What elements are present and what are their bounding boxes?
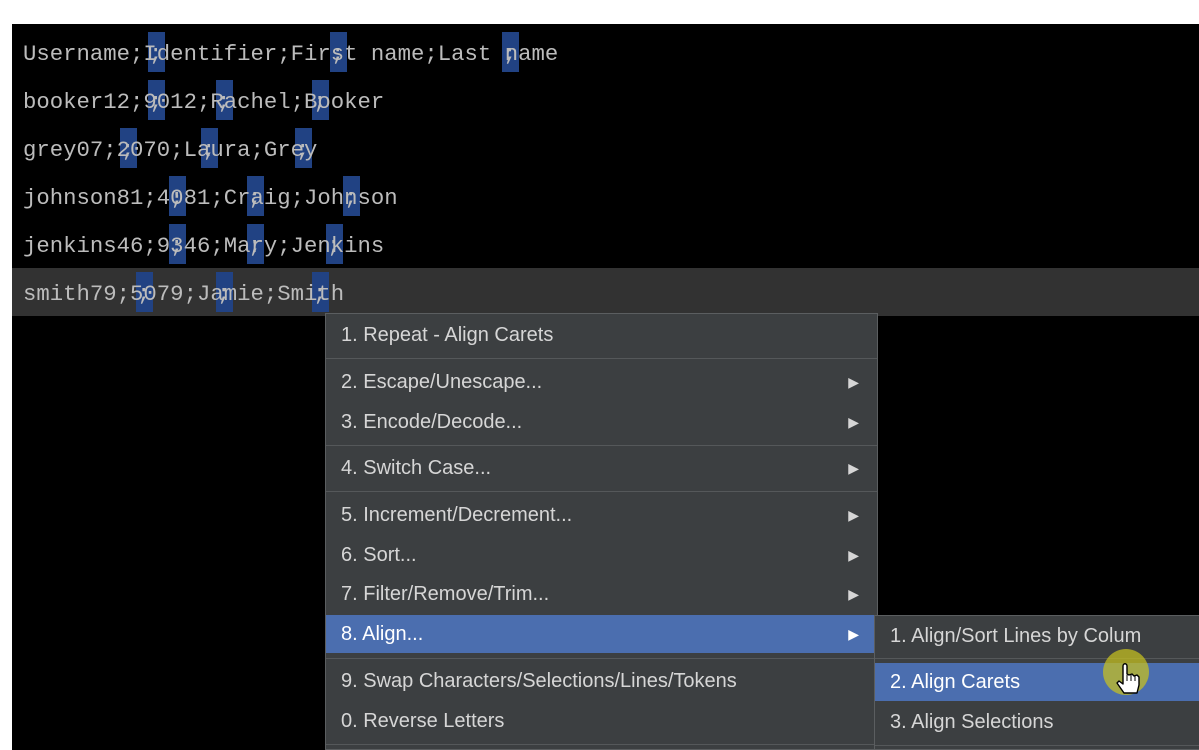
menu-item-switch-case[interactable]: 4. Switch Case... ▶ (326, 449, 877, 487)
line-text: jenkins46;9346;Mary;Jenkins (23, 233, 385, 259)
menu-item-label: 2. Align Carets (890, 671, 1021, 693)
menu-item-label: 0. Reverse Letters (341, 710, 505, 732)
menu-separator (875, 745, 1199, 746)
line-text: johnson81;4081;Craig;Johnson (23, 185, 398, 211)
line-text: Username;Identifier;First name;Last name (23, 41, 559, 67)
submenu-item-align-selections[interactable]: 3. Align Selections (875, 703, 1199, 741)
line-text: grey07;2070;Laura;Grey (23, 137, 318, 163)
menu-item-label: 2. Escape/Unescape... (341, 371, 543, 393)
submenu-arrow-icon: ▶ (848, 414, 859, 430)
menu-item-reverse-letters[interactable]: 0. Reverse Letters (326, 702, 877, 740)
menu-item-label: 4. Switch Case... (341, 457, 492, 479)
hand-pointer-icon (1103, 649, 1149, 695)
editor-line[interactable]: ; ; ; Username;Identifier;First name;Las… (12, 28, 1199, 76)
menu-item-align[interactable]: 8. Align... ▶ (326, 615, 877, 653)
menu-item-sort[interactable]: 6. Sort... ▶ (326, 536, 877, 574)
menu-item-repeat-align-carets[interactable]: 1. Repeat - Align Carets (326, 316, 877, 354)
menu-item-label: 5. Increment/Decrement... (341, 504, 573, 526)
menu-item-label: 3. Align Selections (890, 711, 1054, 733)
menu-item-escape-unescape[interactable]: 2. Escape/Unescape... ▶ (326, 363, 877, 401)
menu-separator (326, 445, 877, 446)
submenu-arrow-icon: ▶ (848, 460, 859, 476)
menu-separator (326, 491, 877, 492)
editor-line[interactable]: ; ; ; jenkins46;9346;Mary;Jenkins (12, 220, 1199, 268)
submenu-arrow-icon: ▶ (848, 626, 859, 642)
submenu-arrow-icon: ▶ (848, 374, 859, 390)
editor-line[interactable]: ; ; ; johnson81;4081;Craig;Johnson (12, 172, 1199, 220)
line-text: smith79;5079;Jamie;Smith (23, 281, 345, 307)
editor-line[interactable]: ; ; ; booker12;9012;Rachel;Booker (12, 76, 1199, 124)
menu-item-swap[interactable]: 9. Swap Characters/Selections/Lines/Toke… (326, 662, 877, 700)
line-text: booker12;9012;Rachel;Booker (23, 89, 385, 115)
menu-separator (326, 744, 877, 745)
menu-item-label: 9. Swap Characters/Selections/Lines/Toke… (341, 670, 737, 692)
menu-item-label: 6. Sort... (341, 544, 417, 566)
menu-item-label: 7. Filter/Remove/Trim... (341, 583, 550, 605)
submenu-arrow-icon: ▶ (848, 507, 859, 523)
menu-item-label: 3. Encode/Decode... (341, 411, 523, 433)
menu-item-filter-remove-trim[interactable]: 7. Filter/Remove/Trim... ▶ (326, 575, 877, 613)
menu-separator (326, 358, 877, 359)
menu-item-label: 1. Align/Sort Lines by Colum (890, 625, 1142, 647)
menu-separator (326, 658, 877, 659)
submenu-arrow-icon: ▶ (848, 547, 859, 563)
menu-item-label: 8. Align... (341, 623, 424, 645)
editor-line-current[interactable]: ; ; ; smith79;5079;Jamie;Smith (12, 268, 1199, 316)
menu-item-encode-decode[interactable]: 3. Encode/Decode... ▶ (326, 403, 877, 441)
editor-line[interactable]: ; ; ; grey07;2070;Laura;Grey (12, 124, 1199, 172)
context-menu: 1. Repeat - Align Carets 2. Escape/Unesc… (325, 313, 878, 750)
menu-item-label: 1. Repeat - Align Carets (341, 324, 554, 346)
submenu-arrow-icon: ▶ (848, 586, 859, 602)
menu-item-increment-decrement[interactable]: 5. Increment/Decrement... ▶ (326, 496, 877, 534)
